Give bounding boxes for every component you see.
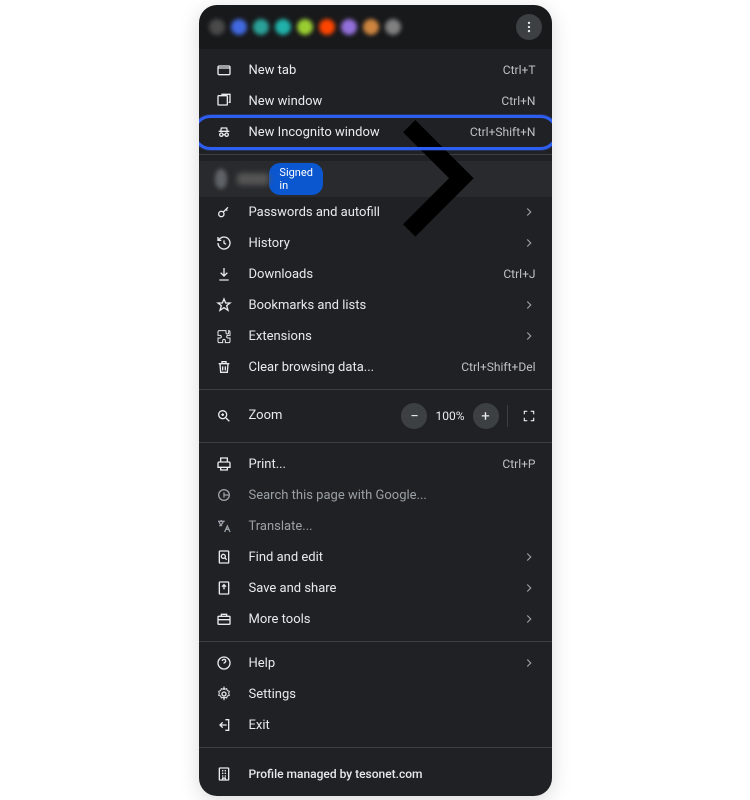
tab-indicator[interactable]: [275, 19, 291, 35]
menu-label: Search this page with Google...: [249, 488, 536, 503]
menu-save-share[interactable]: Save and share: [199, 573, 552, 604]
menu-list: New tab Ctrl+T New window Ctrl+N New Inc…: [199, 49, 552, 796]
chevron-right-icon: [522, 236, 536, 250]
chrome-menu-panel: New tab Ctrl+T New window Ctrl+N New Inc…: [199, 5, 552, 796]
google-icon: [215, 486, 233, 504]
incognito-icon: [215, 123, 233, 141]
chevron-right-icon: [522, 550, 536, 564]
menu-label: Clear browsing data...: [249, 360, 462, 375]
menu-more-tools[interactable]: More tools: [199, 604, 552, 635]
help-icon: [215, 654, 233, 672]
star-icon: [215, 296, 233, 314]
menu-label: More tools: [249, 612, 522, 627]
trash-icon: [215, 358, 233, 376]
key-icon: [215, 203, 233, 221]
menu-exit[interactable]: Exit: [199, 710, 552, 741]
tab-indicator[interactable]: [231, 19, 247, 35]
translate-icon: [215, 517, 233, 535]
menu-label: Bookmarks and lists: [249, 298, 522, 313]
shortcut: Ctrl+Shift+N: [470, 125, 536, 139]
tab-indicator[interactable]: [363, 19, 379, 35]
window-icon: [215, 92, 233, 110]
menu-label: Extensions: [249, 329, 522, 344]
menu-bookmarks[interactable]: Bookmarks and lists: [199, 290, 552, 321]
fullscreen-button[interactable]: [516, 403, 542, 429]
menu-new-incognito[interactable]: New Incognito window Ctrl+Shift+N: [199, 117, 552, 148]
tab-indicator[interactable]: [341, 19, 357, 35]
tab-indicator[interactable]: [385, 19, 401, 35]
zoom-icon: [215, 407, 233, 425]
menu-managed[interactable]: Profile managed by tesonet.com: [199, 754, 552, 794]
profile-name-blurred: [237, 173, 269, 185]
separator: [199, 747, 552, 748]
menu-search-page[interactable]: Search this page with Google...: [199, 480, 552, 511]
tab-indicator[interactable]: [209, 19, 225, 35]
chevron-right-icon: [522, 581, 536, 595]
gear-icon: [215, 685, 233, 703]
menu-print[interactable]: Print... Ctrl+P: [199, 449, 552, 480]
zoom-value: 100%: [429, 409, 470, 423]
menu-extensions[interactable]: Extensions: [199, 321, 552, 352]
shortcut: Ctrl+J: [503, 267, 535, 281]
menu-clear-data[interactable]: Clear browsing data... Ctrl+Shift+Del: [199, 352, 552, 383]
separator: [199, 389, 552, 390]
separator: [507, 405, 508, 427]
menu-label: New Incognito window: [249, 125, 470, 140]
zoom-out-button[interactable]: −: [401, 403, 427, 429]
extension-icon: [215, 327, 233, 345]
chevron-right-icon: [522, 329, 536, 343]
zoom-controls: − 100% +: [401, 403, 541, 429]
avatar: [215, 169, 228, 189]
shortcut: Ctrl+P: [502, 457, 535, 471]
fullscreen-icon: [522, 409, 536, 423]
menu-label: Find and edit: [249, 550, 522, 565]
kebab-icon: [522, 20, 536, 34]
zoom-in-button[interactable]: +: [473, 403, 499, 429]
menu-label: Save and share: [249, 581, 522, 596]
menu-label: Passwords and autofill: [249, 205, 522, 220]
zoom-label: Zoom: [249, 408, 402, 423]
menu-zoom: Zoom − 100% +: [199, 396, 552, 436]
chevron-right-icon: [522, 656, 536, 670]
history-icon: [215, 234, 233, 252]
menu-label: Help: [249, 656, 522, 671]
tab-indicator[interactable]: [297, 19, 313, 35]
share-icon: [215, 579, 233, 597]
print-icon: [215, 455, 233, 473]
toolbox-icon: [215, 610, 233, 628]
menu-label: Downloads: [249, 267, 504, 282]
menu-label: Settings: [249, 687, 536, 702]
download-icon: [215, 265, 233, 283]
tab-indicator[interactable]: [253, 19, 269, 35]
tab-icon: [215, 61, 233, 79]
chevron-right-icon: [522, 205, 536, 219]
managed-label: Profile managed by tesonet.com: [249, 767, 423, 781]
menu-translate[interactable]: Translate...: [199, 511, 552, 542]
more-menu-button[interactable]: [516, 14, 542, 40]
menu-label: Translate...: [249, 519, 536, 534]
tab-indicator[interactable]: [319, 19, 335, 35]
menu-label: Print...: [249, 457, 503, 472]
chevron-right-icon: [331, 74, 540, 283]
menu-label: Exit: [249, 718, 536, 733]
menu-label: History: [249, 236, 522, 251]
menu-profile[interactable]: Signed in: [199, 161, 552, 197]
separator: [199, 442, 552, 443]
menu-help[interactable]: Help: [199, 648, 552, 679]
signed-in-badge: Signed in: [269, 163, 323, 195]
menu-settings[interactable]: Settings: [199, 679, 552, 710]
separator: [199, 641, 552, 642]
shortcut: Ctrl+Shift+Del: [461, 360, 535, 374]
chevron-right-icon: [522, 612, 536, 626]
browser-topbar: [199, 5, 552, 49]
chevron-right-icon: [522, 298, 536, 312]
menu-find[interactable]: Find and edit: [199, 542, 552, 573]
building-icon: [215, 765, 233, 783]
document-search-icon: [215, 548, 233, 566]
exit-icon: [215, 716, 233, 734]
